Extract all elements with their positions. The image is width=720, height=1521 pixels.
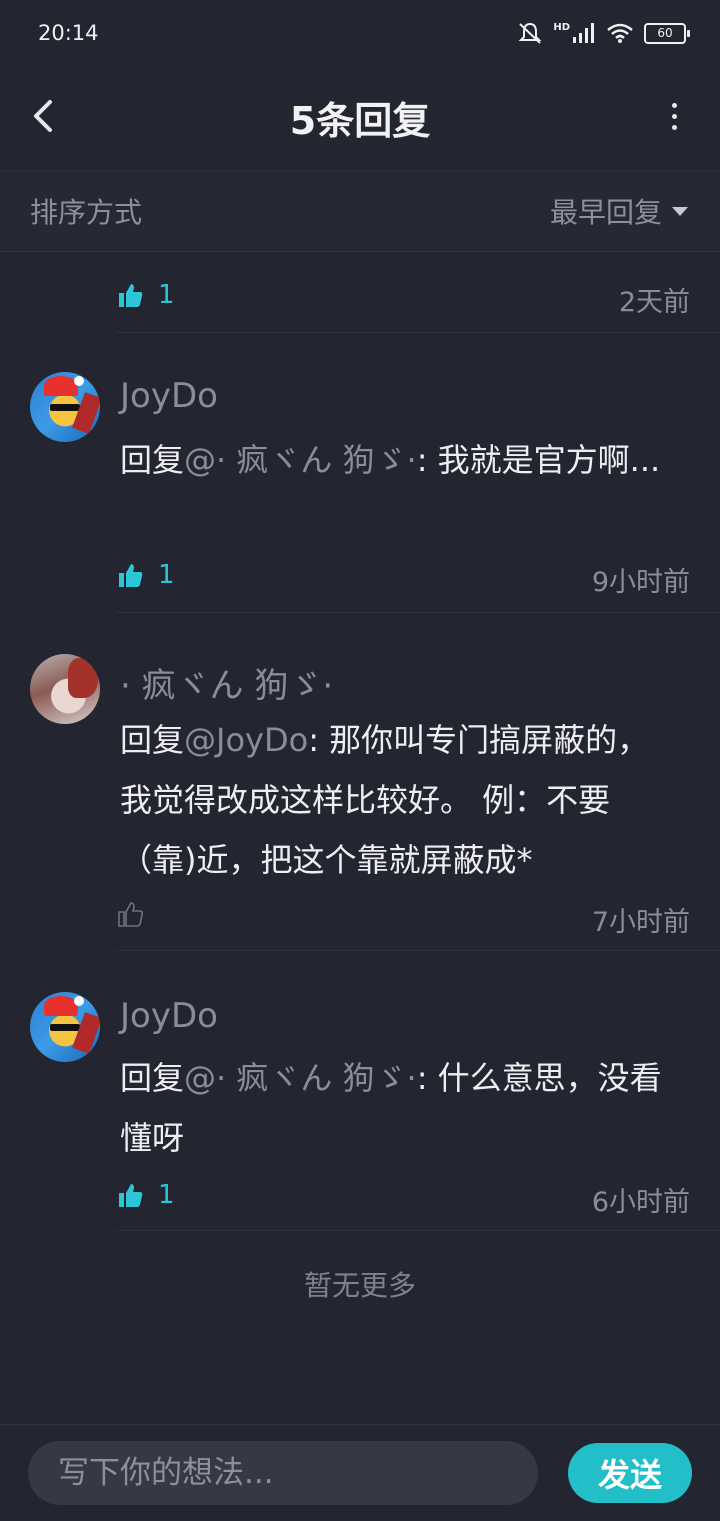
- like-count: 1: [158, 280, 175, 310]
- divider: [116, 950, 720, 951]
- reply-separator: :: [308, 721, 330, 759]
- reply-prefix: 回复: [120, 721, 185, 759]
- reply-time: 6小时前: [591, 1187, 690, 1218]
- divider: [116, 612, 720, 613]
- reply-time: 2天前: [618, 287, 690, 318]
- sort-dropdown[interactable]: 最早回复: [550, 191, 688, 231]
- reply-separator: :: [416, 441, 438, 479]
- wifi-icon: [607, 23, 633, 43]
- reply-mention[interactable]: @JoyDo: [184, 721, 308, 759]
- reply-username[interactable]: JoyDo: [120, 996, 218, 1036]
- mute-bell-icon: [518, 22, 542, 44]
- signal-icon: [573, 23, 594, 43]
- reply-mention[interactable]: @· 疯ヾん 狗ゞ·: [184, 1059, 417, 1097]
- like-count: 1: [158, 1180, 175, 1210]
- divider: [116, 332, 720, 333]
- reply-mention[interactable]: @· 疯ヾん 狗ゞ·: [184, 441, 417, 479]
- divider: [116, 1230, 720, 1231]
- reply-prefix: 回复: [120, 441, 185, 479]
- avatar[interactable]: [30, 654, 100, 724]
- header: 5条回复: [0, 66, 720, 170]
- reply-time: 7小时前: [591, 907, 690, 938]
- reply-text: 回复@· 疯ヾん 狗ゞ·: 我就是官方啊...: [120, 430, 680, 490]
- composer-bar: 发送: [0, 1424, 720, 1521]
- avatar[interactable]: [30, 992, 100, 1062]
- status-bar: 20:14 HD 60: [0, 0, 720, 66]
- reply-username[interactable]: JoyDo: [120, 376, 218, 416]
- like-button[interactable]: 1: [116, 280, 175, 310]
- reply-prefix: 回复: [120, 1059, 185, 1097]
- reply-text: 回复@· 疯ヾん 狗ゞ·: 什么意思，没看懂呀: [120, 1048, 680, 1168]
- no-more-label: 暂无更多: [303, 1269, 416, 1302]
- battery-icon: 60: [644, 22, 690, 44]
- page-title: 5条回复: [289, 99, 431, 143]
- hd-label: HD: [553, 21, 570, 33]
- status-icons: HD 60: [517, 21, 690, 45]
- reply-body: 我就是官方啊...: [437, 441, 661, 479]
- like-button[interactable]: 1: [116, 1180, 175, 1210]
- send-button[interactable]: 发送: [568, 1443, 692, 1503]
- thumbs-up-outline-icon: [118, 902, 144, 927]
- thumbs-up-icon: [119, 1184, 143, 1207]
- avatar[interactable]: [30, 372, 100, 442]
- like-count: 1: [158, 560, 175, 590]
- like-button[interactable]: 1: [116, 560, 175, 590]
- status-time: 20:14: [38, 21, 99, 45]
- reply-text: 回复@JoyDo: 那你叫专门搞屏蔽的，我觉得改成这样比较好。 例：不要（靠)近…: [120, 710, 680, 890]
- reply-separator: :: [416, 1059, 438, 1097]
- more-vertical-icon[interactable]: [664, 100, 684, 134]
- sort-label: 排序方式: [30, 196, 143, 229]
- thumbs-up-icon: [119, 564, 143, 587]
- like-button[interactable]: [116, 900, 158, 928]
- caret-down-icon: [672, 206, 688, 216]
- comment-input[interactable]: [28, 1441, 538, 1505]
- sort-selected: 最早回复: [549, 196, 662, 229]
- thumbs-up-icon: [119, 284, 143, 307]
- sort-bar: 排序方式 最早回复: [0, 170, 720, 252]
- reply-username[interactable]: · 疯ヾん 狗ゞ·: [120, 658, 333, 707]
- reply-time: 9小时前: [591, 567, 690, 598]
